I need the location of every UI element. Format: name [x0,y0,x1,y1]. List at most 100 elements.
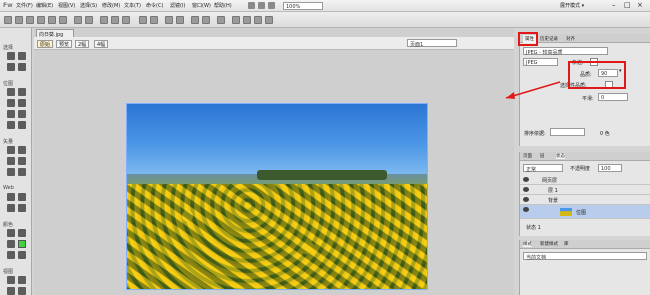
export-icon[interactable] [48,16,56,24]
document-icon[interactable] [248,2,255,9]
export-preset-select[interactable]: JPEG - 较高品质 [523,47,608,56]
view-preview-button[interactable]: 预览 [56,40,73,48]
menu-file[interactable]: 文件(F) [16,2,33,9]
bring-front-icon[interactable] [191,16,199,24]
menu-modify[interactable]: 修改(M) [102,2,120,9]
eye-icon[interactable] [523,187,529,192]
layer-row-background[interactable]: 背景 [520,195,650,205]
magic-wand-tool-icon[interactable] [7,99,15,107]
view-4up-button[interactable]: 4幅 [94,40,109,48]
zoom-icon[interactable] [268,2,275,9]
tab-states[interactable]: 状态 [556,153,565,159]
flip-vertical-icon[interactable] [265,16,273,24]
smoothing-select[interactable]: 0 [598,93,628,101]
page-select[interactable]: 页面1 [407,39,457,48]
rectangle-tool-icon[interactable] [7,157,15,165]
standard-screen-icon[interactable] [7,276,15,284]
menu-filters[interactable]: 滤镜(I) [170,2,185,9]
view-original-button[interactable]: 原始 [37,40,54,48]
rotate-right-icon[interactable] [243,16,251,24]
view-2up-button[interactable]: 2幅 [75,40,90,48]
menu-text[interactable]: 文本(T) [124,2,141,9]
show-slices-icon[interactable] [18,204,26,212]
styles-document-select[interactable]: 当前文档 [523,252,647,261]
paste-icon[interactable] [122,16,130,24]
layer-row-web[interactable]: 网页层 [520,175,650,185]
cut-icon[interactable] [100,16,108,24]
pencil-tool-icon[interactable] [7,110,15,118]
swap-colors-icon[interactable] [7,251,15,259]
send-back-icon[interactable] [202,16,210,24]
menu-view[interactable]: 视图(V) [58,2,75,9]
crop-tool-icon[interactable] [18,63,26,71]
maximize-icon[interactable]: □ [624,1,631,9]
rotate-left-icon[interactable] [232,16,240,24]
pointer-tool-icon[interactable] [7,52,15,60]
full-screen-icon[interactable] [18,276,26,284]
menu-select[interactable]: 选择(S) [80,2,97,9]
format-select[interactable]: JPEG [523,58,558,66]
layer-row-bitmap[interactable]: 位图 [520,205,650,219]
hide-slices-icon[interactable] [7,204,15,212]
copy-icon[interactable] [111,16,119,24]
tab-pages[interactable]: 页面 [523,153,532,159]
eye-icon[interactable] [523,207,529,212]
ungroup-icon[interactable] [150,16,158,24]
eyedropper-tool-icon[interactable] [7,229,15,237]
brush-tool-icon[interactable] [18,99,26,107]
new-file-icon[interactable] [4,16,12,24]
tab-styles[interactable]: 样式 [523,241,532,247]
menu-help[interactable]: 帮助(H) [214,2,232,9]
marquee-tool-icon[interactable] [7,88,15,96]
scale-tool-icon[interactable] [7,63,15,71]
hand-tool-icon[interactable] [7,287,15,295]
layer-row-1[interactable]: 层 1 [520,185,650,195]
redo-icon[interactable] [85,16,93,24]
import-icon[interactable] [37,16,45,24]
menu-window[interactable]: 窗口(W) [192,2,211,9]
freeform-tool-icon[interactable] [7,168,15,176]
zoom-tool-icon[interactable] [18,287,26,295]
align-icon[interactable] [217,16,225,24]
stroke-color-icon[interactable] [7,240,15,248]
open-file-icon[interactable] [15,16,23,24]
hand-icon[interactable] [258,2,265,9]
workspace-mode[interactable]: 展开模式 ▾ [560,2,584,9]
tab-history[interactable]: 历史记录 [538,35,560,43]
eraser-tool-icon[interactable] [18,110,26,118]
default-colors-icon[interactable] [18,251,26,259]
rubber-stamp-tool-icon[interactable] [18,121,26,129]
tab-new-style[interactable]: 新建样式 [540,241,558,247]
undo-icon[interactable] [74,16,82,24]
subselect-tool-icon[interactable] [18,52,26,60]
tab-layers[interactable]: 层 [540,153,545,159]
tab-library[interactable]: 库 [564,241,569,247]
split-icon[interactable] [176,16,184,24]
lasso-tool-icon[interactable] [18,88,26,96]
paint-bucket-tool-icon[interactable] [18,229,26,237]
pen-tool-icon[interactable] [18,146,26,154]
text-tool-icon[interactable] [18,157,26,165]
opacity-field[interactable]: 100 [598,164,622,172]
slice-tool-icon[interactable] [18,193,26,201]
menu-command[interactable]: 命令(C) [146,2,163,9]
sunflower-image[interactable] [126,103,428,290]
blur-tool-icon[interactable] [7,121,15,129]
group-icon[interactable] [139,16,147,24]
document-tab[interactable]: 向日葵.jpg [36,29,74,38]
blend-mode-select[interactable]: 正常 [523,164,563,173]
print-icon[interactable] [59,16,67,24]
join-icon[interactable] [165,16,173,24]
knife-tool-icon[interactable] [18,168,26,176]
eye-icon[interactable] [523,177,529,182]
zoom-select[interactable]: 100% [283,2,323,10]
tab-align[interactable]: 对齐 [564,35,577,43]
flip-horizontal-icon[interactable] [254,16,262,24]
minimize-icon[interactable]: – [612,1,616,9]
save-icon[interactable] [26,16,34,24]
line-tool-icon[interactable] [7,146,15,154]
eye-icon[interactable] [523,197,529,202]
sort-select[interactable] [550,128,585,136]
fill-color-swatch[interactable] [18,240,26,248]
menu-edit[interactable]: 编辑(E) [36,2,53,9]
